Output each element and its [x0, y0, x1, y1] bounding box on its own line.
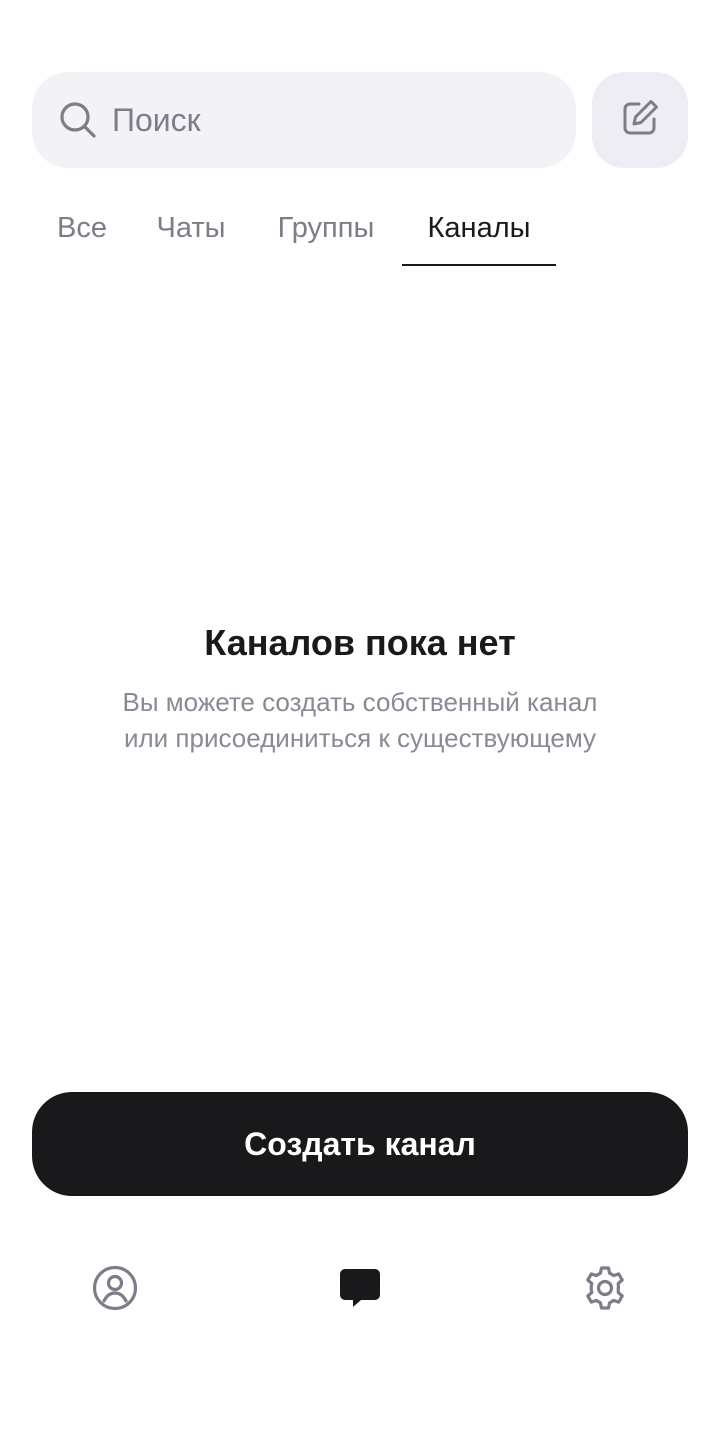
empty-state-description: Вы можете создать собственный канал или …	[0, 684, 720, 756]
tab-label: Группы	[277, 212, 375, 244]
tab-all[interactable]: Все	[32, 200, 132, 266]
bottom-navigation	[0, 1250, 720, 1330]
chat-icon	[336, 1264, 384, 1317]
create-channel-label: Создать канал	[244, 1125, 476, 1162]
tab-label: Все	[57, 212, 107, 244]
nav-chats[interactable]	[320, 1250, 400, 1330]
active-tab-indicator	[402, 264, 556, 266]
tab-groups[interactable]: Группы	[264, 200, 388, 266]
channels-screen: Все Чаты Группы Каналы Каналов пока нет …	[0, 0, 720, 1440]
create-channel-button[interactable]: Создать канал	[32, 1092, 688, 1196]
search-bar[interactable]	[32, 72, 576, 168]
tab-bar: Все Чаты Группы Каналы	[32, 200, 688, 266]
tab-channels[interactable]: Каналы	[402, 200, 556, 266]
search-input[interactable]	[112, 101, 532, 139]
empty-state-description-line: или присоединиться к существующему	[123, 723, 596, 753]
profile-icon	[91, 1264, 139, 1317]
settings-icon	[581, 1264, 629, 1317]
empty-state-title: Каналов пока нет	[204, 622, 516, 663]
edit-icon	[620, 98, 660, 143]
tab-label: Каналы	[427, 212, 531, 244]
search-icon	[58, 100, 98, 140]
tab-label: Чаты	[156, 212, 226, 244]
compose-button[interactable]	[592, 72, 688, 168]
nav-profile[interactable]	[75, 1250, 155, 1330]
empty-state-description-line: Вы можете создать собственный канал	[122, 687, 598, 717]
nav-settings[interactable]	[565, 1250, 645, 1330]
tab-chats[interactable]: Чаты	[142, 200, 240, 266]
